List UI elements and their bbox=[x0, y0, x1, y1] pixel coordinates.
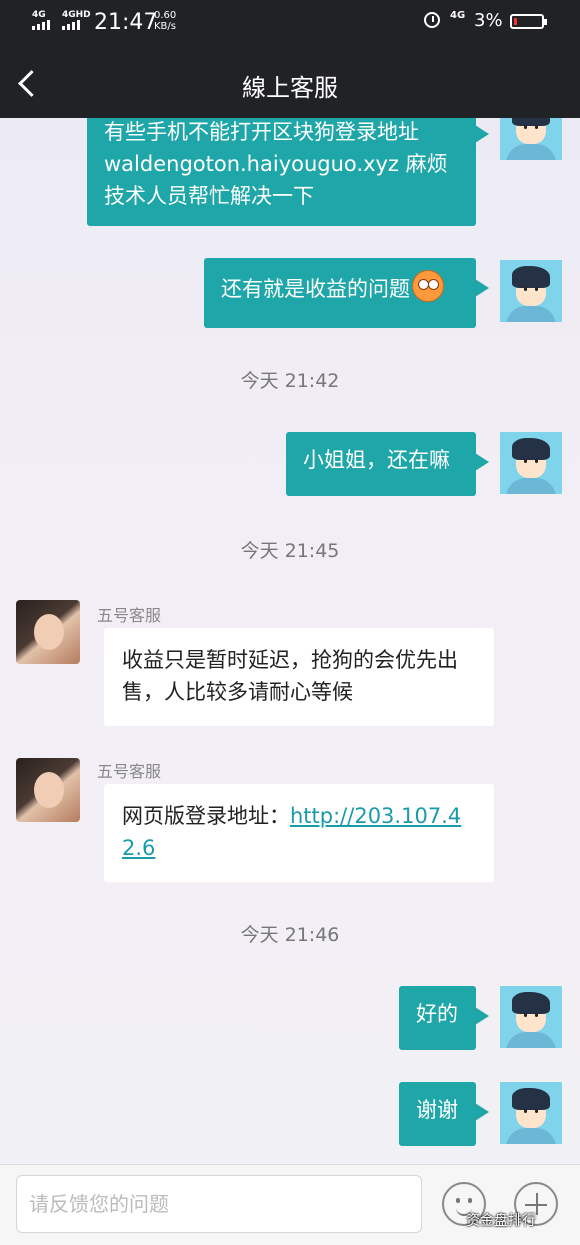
my-avatar[interactable] bbox=[500, 986, 562, 1048]
watermark: 资金盘排行 bbox=[466, 1213, 536, 1229]
signal-icon bbox=[32, 20, 50, 30]
my-message-bubble[interactable]: 谢谢 bbox=[399, 1082, 489, 1146]
speed-value: 0.60 bbox=[154, 10, 177, 21]
network-type-right: 4G bbox=[450, 10, 466, 21]
signal-icon-2 bbox=[62, 20, 80, 30]
agent-avatar[interactable] bbox=[16, 600, 80, 664]
alarm-icon bbox=[424, 12, 440, 28]
speed-unit: KB/s bbox=[154, 21, 176, 32]
battery-icon bbox=[510, 14, 547, 29]
status-bar: 4G 4GHD 21:47 0.60 KB/s 4G 3% bbox=[0, 0, 580, 48]
page-title: 線上客服 bbox=[242, 74, 338, 102]
agent-message-bubble[interactable]: 收益只是暂时延迟，抢狗的会优先出售，人比较多请耐心等候 bbox=[104, 628, 494, 726]
nav-bar: 線上客服 bbox=[0, 48, 580, 118]
message-text: 还有就是收益的问题 bbox=[221, 277, 410, 301]
agent-avatar[interactable] bbox=[16, 758, 80, 822]
sender-name: 五号客服 bbox=[97, 606, 162, 625]
timestamp: 今天 21:45 bbox=[240, 540, 340, 562]
input-bar bbox=[0, 1164, 580, 1245]
my-avatar[interactable] bbox=[500, 260, 562, 322]
message-text: 网页版登录地址： bbox=[122, 804, 290, 828]
network-type-1: 4G bbox=[32, 10, 46, 20]
my-message-bubble[interactable]: 小姐姐，还在嘛 bbox=[286, 432, 489, 496]
clock: 21:47 bbox=[94, 10, 158, 35]
chat-list[interactable]: 有些手机不能打开区块狗登录地址waldengoton.haiyouguo.xyz… bbox=[0, 118, 580, 1164]
timestamp: 今天 21:46 bbox=[240, 924, 340, 946]
battery-percent: 3% bbox=[474, 10, 503, 31]
my-message-bubble[interactable]: 有些手机不能打开区块狗登录地址waldengoton.haiyouguo.xyz… bbox=[87, 118, 489, 226]
timestamp: 今天 21:42 bbox=[240, 370, 340, 392]
my-avatar[interactable] bbox=[500, 1082, 562, 1144]
sender-name: 五号客服 bbox=[97, 762, 162, 781]
flushed-face-emoji-icon bbox=[412, 270, 444, 302]
message-text: 有些手机不能打开区块狗登录地址waldengoton.haiyouguo.xyz… bbox=[104, 120, 448, 208]
my-message-bubble[interactable]: 还有就是收益的问题 bbox=[204, 258, 489, 328]
agent-message-bubble[interactable]: 网页版登录地址：http://203.107.42.6 bbox=[104, 784, 494, 882]
my-avatar[interactable] bbox=[500, 432, 562, 494]
message-text: 小姐姐，还在嘛 bbox=[303, 448, 450, 472]
my-avatar[interactable] bbox=[500, 118, 562, 160]
message-text: 收益只是暂时延迟，抢狗的会优先出售，人比较多请耐心等候 bbox=[122, 648, 458, 704]
message-text: 好的 bbox=[416, 1002, 458, 1026]
feedback-input[interactable] bbox=[16, 1175, 422, 1233]
network-speed: 0.60 KB/s bbox=[154, 10, 176, 32]
network-type-2: 4GHD bbox=[62, 10, 91, 20]
my-message-bubble[interactable]: 好的 bbox=[399, 986, 489, 1050]
message-text: 谢谢 bbox=[416, 1098, 458, 1122]
